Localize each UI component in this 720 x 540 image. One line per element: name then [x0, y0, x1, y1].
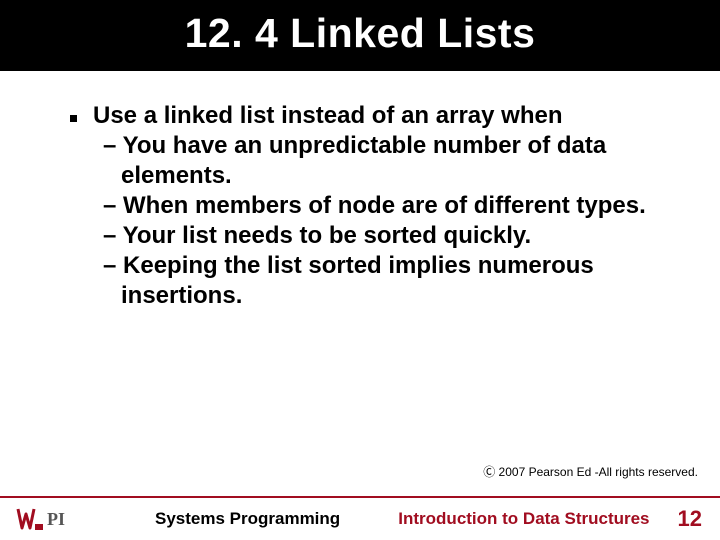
bullet-item: Use a linked list instead of an array wh… [70, 101, 680, 311]
page-number: 12 [678, 506, 702, 532]
bullet-icon [70, 115, 77, 122]
footer-left-text: Systems Programming [155, 509, 340, 529]
sub-text: You have an unpredictable number of data… [121, 132, 606, 189]
svg-text:PI: PI [47, 509, 65, 529]
sub-text: Keeping the list sorted implies numerous… [121, 252, 594, 309]
wpi-logo: PI [14, 506, 85, 532]
slide-title: 12. 4 Linked Lists [0, 0, 720, 71]
wpi-logo-text-icon: PI [47, 508, 85, 530]
slide-body: Use a linked list instead of an array wh… [0, 71, 720, 311]
slide-footer: PI Systems Programming Introduction to D… [0, 496, 720, 540]
sub-item: – When members of node are of different … [93, 191, 680, 221]
sub-text: Your list needs to be sorted quickly. [123, 222, 532, 249]
sub-text: When members of node are of different ty… [123, 192, 646, 219]
footer-center-text: Introduction to Data Structures [398, 509, 649, 529]
bullet-lead-text: Use a linked list instead of an array wh… [93, 101, 680, 131]
sub-item: – Keeping the list sorted implies numero… [93, 251, 680, 311]
copyright-text: Ⓒ 2007 Pearson Ed -All rights reserved. [483, 463, 698, 480]
wpi-logo-icon [14, 506, 44, 532]
sub-item: – Your list needs to be sorted quickly. [93, 221, 680, 251]
sub-item: – You have an unpredictable number of da… [93, 131, 680, 191]
